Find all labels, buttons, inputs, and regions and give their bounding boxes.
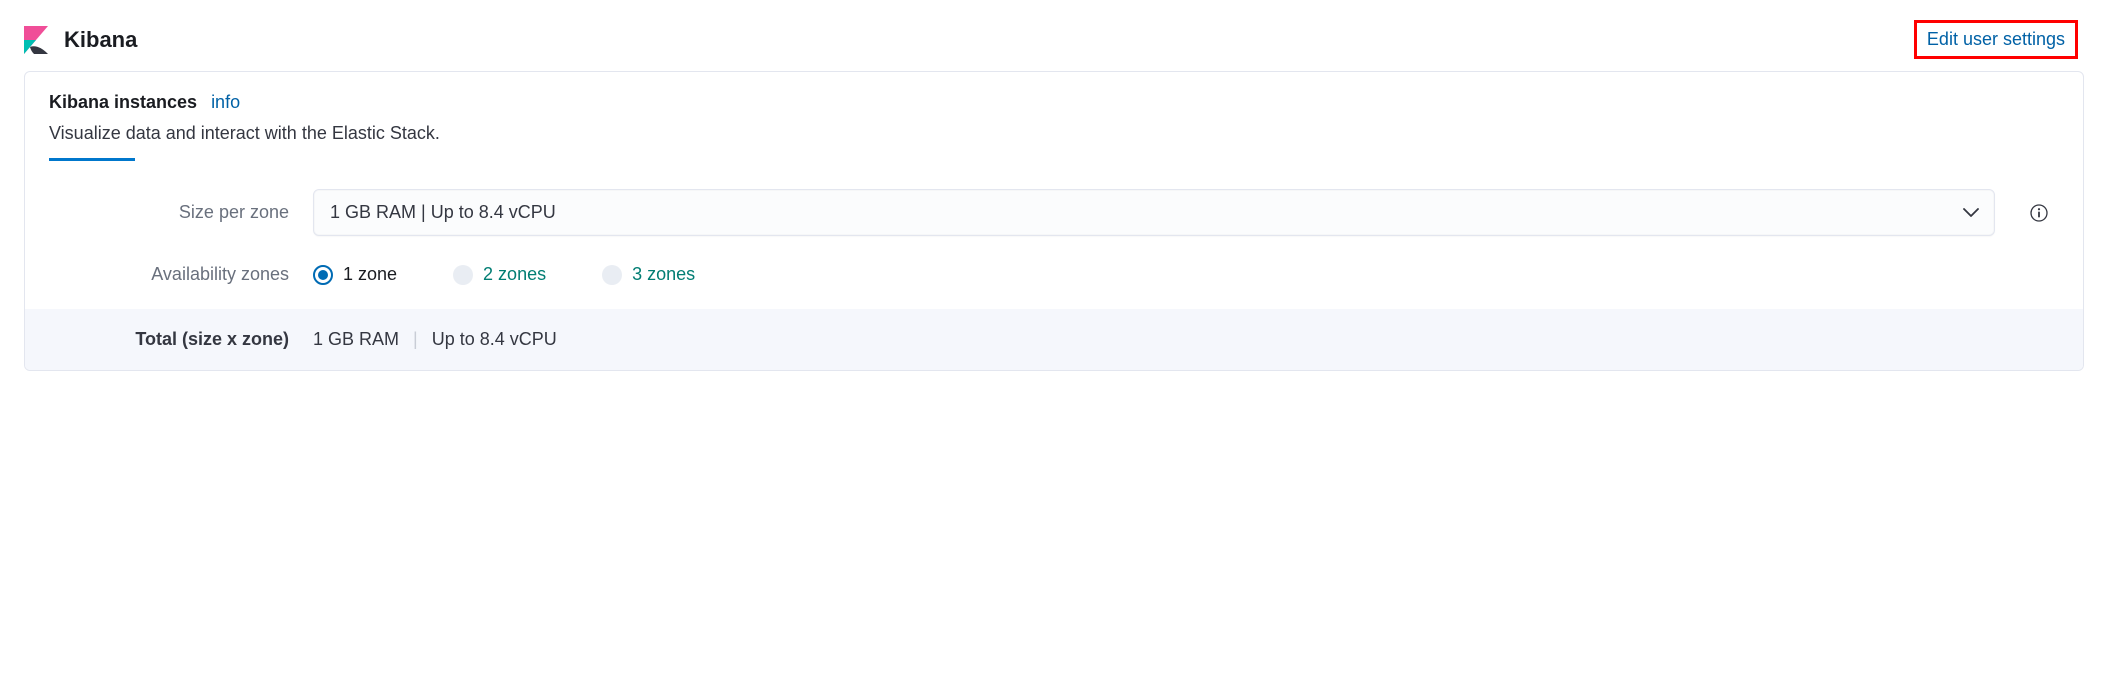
- radio-icon: [602, 265, 622, 285]
- availability-zones-label: Availability zones: [49, 264, 289, 285]
- edit-link-highlight: Edit user settings: [1914, 20, 2078, 59]
- total-row: Total (size x zone) 1 GB RAM | Up to 8.4…: [25, 309, 2083, 370]
- card-header: Kibana instances info Visualize data and…: [25, 72, 2083, 161]
- radio-icon: [313, 265, 333, 285]
- card-subtitle: Visualize data and interact with the Ela…: [49, 123, 2059, 144]
- total-cpu: Up to 8.4 vCPU: [432, 329, 557, 350]
- radio-icon: [453, 265, 473, 285]
- form-section: Size per zone 1 GB RAM | Up to 8.4 vCPU: [25, 161, 2083, 285]
- radio-label-2: 2 zones: [483, 264, 546, 285]
- total-value: 1 GB RAM | Up to 8.4 vCPU: [313, 329, 1995, 350]
- size-per-zone-row: Size per zone 1 GB RAM | Up to 8.4 vCPU: [49, 189, 2059, 236]
- zone-option-1[interactable]: 1 zone: [313, 264, 397, 285]
- card-title: Kibana instances: [49, 92, 197, 113]
- title-group: Kibana: [24, 26, 137, 54]
- info-link[interactable]: info: [211, 92, 240, 113]
- kibana-instances-card: Kibana instances info Visualize data and…: [24, 71, 2084, 371]
- kibana-logo-icon: [24, 26, 48, 54]
- divider: |: [413, 329, 418, 350]
- zones-radio-group: 1 zone 2 zones 3 zones: [313, 264, 1995, 285]
- page-header: Kibana Edit user settings: [24, 20, 2084, 59]
- availability-zones-row: Availability zones 1 zone 2 zones 3 zone…: [49, 264, 2059, 285]
- radio-label-3: 3 zones: [632, 264, 695, 285]
- zone-option-2[interactable]: 2 zones: [453, 264, 546, 285]
- total-label: Total (size x zone): [49, 329, 289, 350]
- page-title: Kibana: [64, 27, 137, 53]
- total-ram: 1 GB RAM: [313, 329, 399, 350]
- edit-user-settings-link[interactable]: Edit user settings: [1927, 29, 2065, 49]
- radio-label-1: 1 zone: [343, 264, 397, 285]
- size-per-zone-select[interactable]: 1 GB RAM | Up to 8.4 vCPU: [313, 189, 1995, 236]
- size-per-zone-label: Size per zone: [49, 202, 289, 223]
- zone-option-3[interactable]: 3 zones: [602, 264, 695, 285]
- info-icon[interactable]: [2019, 204, 2059, 222]
